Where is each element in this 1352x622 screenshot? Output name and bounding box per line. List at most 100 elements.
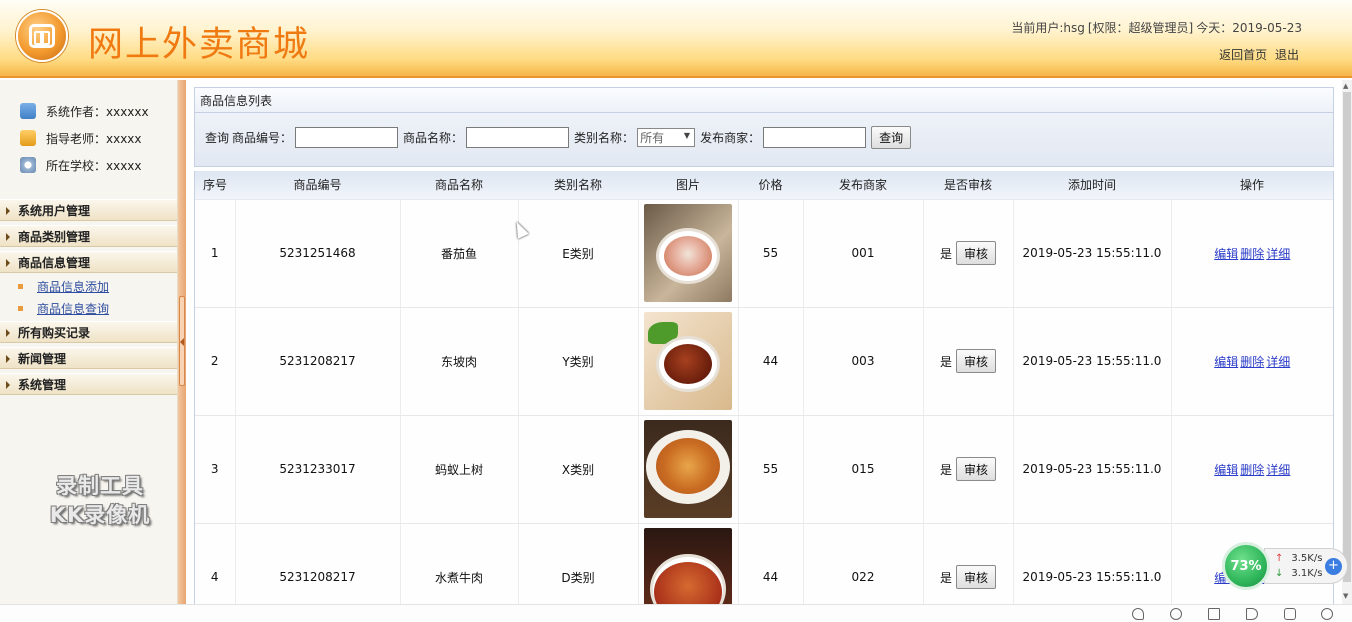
download-speed-value: 3.1K/s (1291, 568, 1323, 579)
page-scrollbar-thumb[interactable] (1343, 92, 1351, 582)
detail-link[interactable]: 详细 (1266, 355, 1290, 369)
window-icon[interactable] (1284, 608, 1296, 620)
col-time: 添加时间 (1013, 171, 1171, 200)
menu-system-users[interactable]: 系统用户管理 (0, 199, 177, 221)
network-panel: ↑ 3.5K/s ↓ 3.1K/s + (1264, 548, 1348, 584)
school-text: 所在学校：xxxxx (46, 158, 142, 173)
cell-merchant: 015 (803, 415, 924, 524)
download-speed: ↓ 3.1K/s (1275, 568, 1322, 579)
cell-actions: 编辑删除详细 (1171, 199, 1333, 308)
menu-system[interactable]: 系统管理 (0, 373, 177, 395)
delete-link[interactable]: 删除 (1240, 355, 1264, 369)
search-prefix: 查询 (205, 131, 230, 145)
cell-time: 2019-05-23 15:55:11.0 (1013, 523, 1172, 605)
code-label: 商品编号： (232, 131, 293, 145)
cell-actions: 编辑删除详细 (1171, 415, 1333, 524)
cell-no: 3 (195, 415, 236, 524)
upload-speed-value: 3.5K/s (1291, 553, 1323, 564)
recorder-watermark: 录制工具 KK录像机 (30, 472, 170, 530)
cell-merchant: 001 (803, 199, 924, 308)
audited-value: 是 (939, 246, 952, 261)
header: 网上外卖商城 当前用户:hsg [权限：超级管理员] 今天：2019-05-23 返… (0, 0, 1352, 78)
audit-button[interactable]: 审核 (956, 565, 997, 589)
refresh-icon[interactable] (1170, 608, 1182, 620)
rocket-icon[interactable] (1132, 608, 1144, 620)
cell-audited: 是审核 (923, 415, 1014, 524)
table-row: 4 5231208217 水煮牛肉 D类别 44 022 是审核 2019-05… (195, 523, 1333, 605)
product-table-wrap: 序号 商品编号 商品名称 类别名称 图片 价格 发布商家 是否审核 添加时间 操… (194, 171, 1334, 605)
user-info: 当前用户:hsg [权限：超级管理员] 今天：2019-05-23 (1008, 19, 1302, 36)
name-label: 商品名称： (403, 131, 464, 145)
edit-link[interactable]: 编辑 (1214, 463, 1238, 477)
cell-name: 东坡肉 (400, 307, 519, 416)
detail-link[interactable]: 详细 (1266, 247, 1290, 261)
teacher-info: 指导老师：xxxxx (20, 130, 142, 146)
query-button[interactable]: 查询 (871, 126, 912, 149)
menu-news[interactable]: 新闻管理 (0, 347, 177, 369)
menu-product-management[interactable]: 商品信息管理 (0, 251, 177, 273)
bullet-icon (18, 305, 23, 311)
home-link[interactable]: 返回首页 (1219, 48, 1267, 62)
cell-image (638, 415, 739, 524)
cell-price: 55 (738, 415, 804, 524)
site-title: 网上外卖商城 (88, 25, 311, 65)
recorder-toolbar (0, 604, 1352, 622)
author-info: 系统作者：xxxxxx (20, 103, 149, 119)
menu-category-management[interactable]: 商品类别管理 (0, 225, 177, 247)
detail-link[interactable]: 详细 (1266, 463, 1290, 477)
logout-link[interactable]: 退出 (1275, 48, 1299, 62)
submenu-product-add[interactable]: 商品信息添加 (18, 278, 109, 294)
cell-code: 5231233017 (235, 415, 401, 524)
table-row: 1 5231251468 番茄鱼 E类别 55 001 是审核 2019-05-… (195, 199, 1333, 308)
name-input[interactable] (466, 127, 570, 148)
watermark-line2: KK录像机 (49, 503, 151, 527)
cell-category: D类别 (518, 523, 639, 605)
trash-icon[interactable] (1208, 608, 1220, 620)
audit-button[interactable]: 审核 (956, 349, 997, 373)
delete-link[interactable]: 删除 (1240, 463, 1264, 477)
search-row: 查询 商品编号： 商品名称： 类别名称： 所有 发布商家： 查询 (205, 126, 912, 149)
scroll-down-icon[interactable]: ▼ (1343, 592, 1348, 600)
table-row: 2 5231208217 东坡肉 Y类别 44 003 是审核 2019-05-… (195, 307, 1333, 416)
audit-button[interactable]: 审核 (956, 241, 997, 265)
boost-plus-icon[interactable]: + (1325, 558, 1342, 575)
category-select[interactable]: 所有 (637, 128, 696, 147)
cell-name: 番茄鱼 (400, 199, 519, 308)
submenu-product-query-link[interactable]: 商品信息查询 (37, 300, 109, 317)
memory-usage-indicator[interactable]: 73% (1222, 542, 1270, 590)
menu-purchase-records[interactable]: 所有购买记录 (0, 321, 177, 343)
user-role: [权限：超级管理员] (1087, 21, 1194, 35)
cell-time: 2019-05-23 15:55:11.0 (1013, 199, 1172, 308)
upload-speed: ↑ 3.5K/s (1275, 553, 1322, 564)
school-info: 所在学校：xxxxx (20, 157, 142, 173)
cell-merchant: 022 (803, 523, 924, 605)
today-date: 今天：2019-05-23 (1196, 21, 1302, 35)
merchant-label: 发布商家： (700, 131, 761, 145)
delete-link[interactable]: 删除 (1240, 247, 1264, 261)
collapse-sidebar-handle[interactable] (179, 296, 185, 386)
submenu-product-add-link[interactable]: 商品信息添加 (37, 278, 109, 295)
code-input[interactable] (295, 127, 399, 148)
audit-button[interactable]: 审核 (956, 457, 997, 481)
cell-price: 55 (738, 199, 804, 308)
panel-title: 商品信息列表 (194, 87, 1334, 113)
top-links: 返回首页 退出 (1215, 46, 1299, 63)
cell-time: 2019-05-23 15:55:11.0 (1013, 415, 1172, 524)
edit-link[interactable]: 编辑 (1214, 247, 1238, 261)
cell-image (638, 307, 739, 416)
clock-icon (20, 157, 36, 173)
dongpo-pork-image (644, 312, 732, 410)
merchant-input[interactable] (763, 127, 867, 148)
cell-price: 44 (738, 523, 804, 605)
cell-audited: 是审核 (923, 523, 1014, 605)
download-arrow-icon: ↓ (1275, 568, 1284, 579)
search-icon[interactable] (1321, 608, 1333, 620)
audited-value: 是 (939, 570, 952, 585)
volume-icon[interactable] (1246, 608, 1258, 620)
scroll-up-icon[interactable]: ▲ (1343, 82, 1348, 90)
col-no: 序号 (195, 171, 235, 200)
teacher-icon (20, 130, 36, 146)
submenu-product-query[interactable]: 商品信息查询 (18, 300, 109, 316)
network-speed-widget[interactable]: ↑ 3.5K/s ↓ 3.1K/s + 73% (1222, 542, 1348, 590)
edit-link[interactable]: 编辑 (1214, 355, 1238, 369)
